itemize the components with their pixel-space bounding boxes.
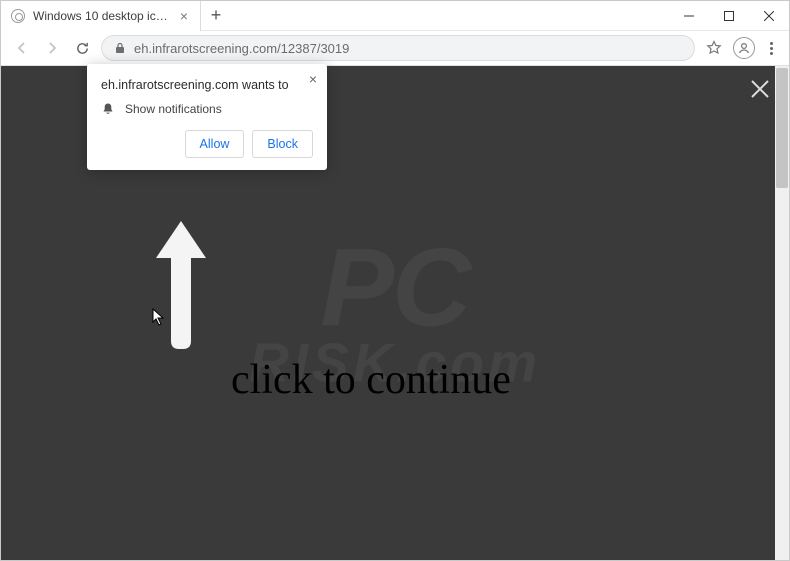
menu-kebab-icon[interactable]: [763, 42, 779, 55]
address-bar: eh.infrarotscreening.com/12387/3019: [1, 31, 789, 66]
watermark-top: PC: [321, 226, 470, 349]
arrow-up-icon: [151, 216, 211, 351]
close-window-button[interactable]: [749, 1, 789, 31]
block-button[interactable]: Block: [252, 130, 313, 158]
titlebar: Windows 10 desktop icons missi × +: [1, 1, 789, 31]
minimize-button[interactable]: [669, 1, 709, 31]
click-to-continue-text: click to continue: [231, 356, 511, 404]
close-tab-icon[interactable]: ×: [178, 9, 190, 23]
lock-icon: [114, 42, 126, 54]
window-controls: [669, 1, 789, 31]
tab-active[interactable]: Windows 10 desktop icons missi ×: [1, 1, 201, 31]
new-tab-button[interactable]: +: [201, 5, 231, 26]
allow-button[interactable]: Allow: [185, 130, 245, 158]
tab-title: Windows 10 desktop icons missi: [33, 9, 170, 23]
notification-title: eh.infrarotscreening.com wants to: [101, 78, 313, 92]
forward-button[interactable]: [41, 37, 63, 59]
page-close-icon[interactable]: [749, 78, 771, 105]
address-field[interactable]: eh.infrarotscreening.com/12387/3019: [101, 35, 695, 61]
reload-button[interactable]: [71, 37, 93, 59]
url-text: eh.infrarotscreening.com/12387/3019: [134, 41, 349, 56]
maximize-button[interactable]: [709, 1, 749, 31]
bell-icon: [101, 102, 115, 116]
bookmark-star-icon[interactable]: [703, 37, 725, 59]
notification-permission-popup: × eh.infrarotscreening.com wants to Show…: [87, 64, 327, 170]
globe-icon: [11, 9, 25, 23]
profile-avatar-icon[interactable]: [733, 37, 755, 59]
scrollbar[interactable]: [775, 66, 789, 560]
notification-close-icon[interactable]: ×: [309, 72, 317, 86]
back-button[interactable]: [11, 37, 33, 59]
scrollbar-thumb[interactable]: [776, 68, 788, 188]
notification-row: Show notifications: [101, 102, 313, 116]
notification-buttons: Allow Block: [101, 130, 313, 158]
notification-line: Show notifications: [125, 102, 222, 116]
